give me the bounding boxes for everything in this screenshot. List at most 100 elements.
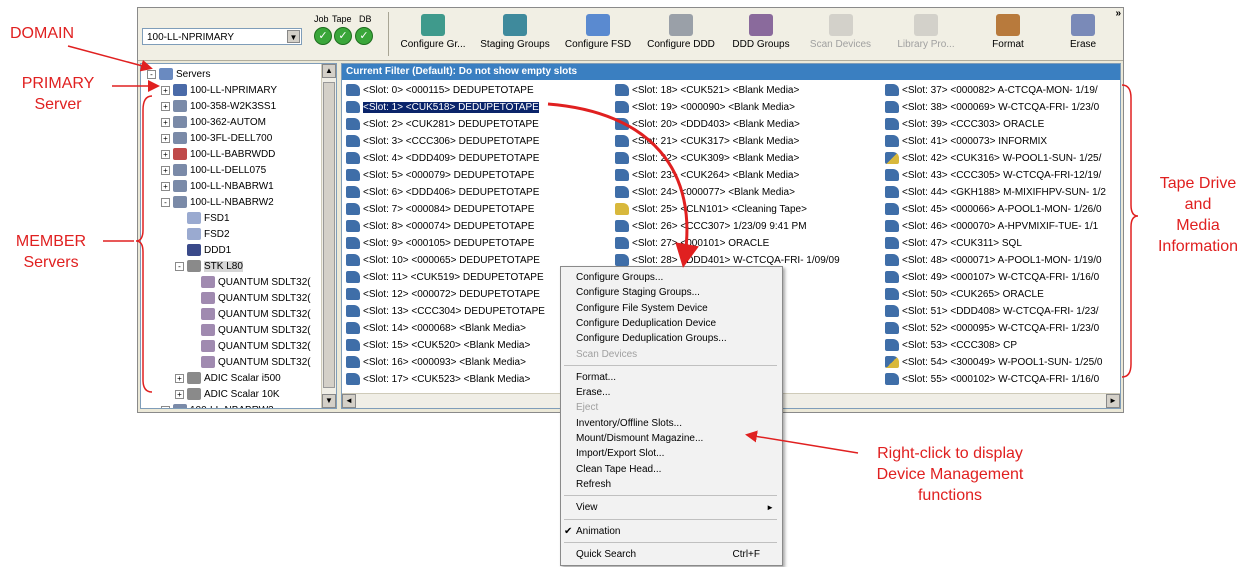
slot-item[interactable]: <Slot: 45> <000066> A-POOL1-MON- 1/26/0 bbox=[885, 201, 1120, 218]
tree-item[interactable]: - 100-LL-NBABRW2 bbox=[161, 195, 274, 211]
slot-item[interactable]: <Slot: 3> <CCC306> DEDUPETOTAPE bbox=[346, 133, 608, 150]
expand-icon[interactable]: + bbox=[161, 101, 170, 111]
scan-devices-button[interactable]: Scan Devices bbox=[803, 10, 878, 58]
slot-item[interactable]: <Slot: 46> <000070> A-HPVMIXIF-TUE- 1/1 bbox=[885, 218, 1120, 235]
menu-item-configure-file-system-device[interactable]: Configure File System Device bbox=[561, 301, 782, 316]
configure-ddd-button[interactable]: Configure DDD bbox=[641, 10, 721, 58]
slot-item[interactable]: <Slot: 50> <CUK265> ORACLE bbox=[885, 286, 1120, 303]
tree-item[interactable]: - Servers bbox=[147, 67, 210, 83]
tree-item[interactable]: QUANTUM SDLT32( bbox=[189, 275, 311, 291]
server-tree[interactable]: - Servers +100-LL-NPRIMARY +100-358-W2K3SS1… bbox=[140, 63, 337, 409]
tree-item[interactable]: +100-LL-NBABRW3 bbox=[161, 403, 274, 408]
expand-icon[interactable]: + bbox=[161, 133, 170, 143]
slot-item[interactable]: <Slot: 54> <300049> W-POOL1-SUN- 1/25/0 bbox=[885, 354, 1120, 371]
slot-item[interactable]: <Slot: 52> <000095> W-CTCQA-FRI- 1/23/0 bbox=[885, 320, 1120, 337]
slot-item[interactable]: <Slot: 48> <000071> A-POOL1-MON- 1/19/0 bbox=[885, 252, 1120, 269]
collapse-icon[interactable]: - bbox=[161, 197, 170, 207]
collapse-icon[interactable]: - bbox=[147, 69, 156, 79]
menu-item-inventory-offline-slots[interactable]: Inventory/Offline Slots... bbox=[561, 416, 782, 431]
expand-icon[interactable]: + bbox=[161, 405, 170, 408]
slot-item[interactable]: <Slot: 49> <000107> W-CTCQA-FRI- 1/16/0 bbox=[885, 269, 1120, 286]
slot-item[interactable]: <Slot: 26> <CCC307> 1/23/09 9:41 PM bbox=[615, 218, 877, 235]
slot-item[interactable]: <Slot: 27> <000101> ORACLE bbox=[615, 235, 877, 252]
menu-item-configure-deduplication-groups[interactable]: Configure Deduplication Groups... bbox=[561, 331, 782, 346]
configure-groups-button[interactable]: Configure Gr... bbox=[393, 10, 473, 58]
menu-item-view[interactable]: View ► bbox=[561, 500, 782, 515]
scroll-thumb[interactable] bbox=[323, 82, 335, 388]
menu-item-configure-groups[interactable]: Configure Groups... bbox=[561, 270, 782, 285]
format-button[interactable]: Format bbox=[978, 10, 1038, 58]
slot-item[interactable]: <Slot: 51> <DDD408> W-CTCQA-FRI- 1/23/ bbox=[885, 303, 1120, 320]
tree-item[interactable]: + ADIC Scalar 10K bbox=[175, 387, 280, 403]
tree-item[interactable]: DDD1 bbox=[175, 243, 231, 259]
menu-item-import-export-slot[interactable]: Import/Export Slot... bbox=[561, 446, 782, 461]
tree-item[interactable]: +100-LL-NPRIMARY bbox=[161, 83, 277, 99]
tree-item[interactable]: - STK L80 bbox=[175, 259, 243, 275]
slot-item[interactable]: <Slot: 9> <000105> DEDUPETOTAPE bbox=[346, 235, 608, 252]
slot-item[interactable]: <Slot: 22> <CUK309> <Blank Media> bbox=[615, 150, 877, 167]
menu-item-scan-devices[interactable]: Scan Devices bbox=[561, 347, 782, 362]
tree-item[interactable]: QUANTUM SDLT32( bbox=[189, 307, 311, 323]
slot-item[interactable]: <Slot: 25> <CLN101> <Cleaning Tape> bbox=[615, 201, 877, 218]
tree-item[interactable]: QUANTUM SDLT32( bbox=[189, 339, 311, 355]
menu-item-configure-deduplication-device[interactable]: Configure Deduplication Device bbox=[561, 316, 782, 331]
tree-item[interactable]: +100-3FL-DELL700 bbox=[161, 131, 272, 147]
slot-item[interactable]: <Slot: 38> <000069> W-CTCQA-FRI- 1/23/0 bbox=[885, 99, 1120, 116]
expand-icon[interactable]: + bbox=[161, 165, 170, 175]
server-select[interactable]: 100-LL-NPRIMARY ▼ bbox=[142, 28, 302, 45]
menu-item-format[interactable]: Format... bbox=[561, 370, 782, 385]
library-properties-button[interactable]: Library Pro... bbox=[886, 10, 966, 58]
collapse-icon[interactable]: - bbox=[175, 261, 184, 271]
tree-vertical-scrollbar[interactable]: ▲ ▼ bbox=[321, 64, 336, 408]
slot-item[interactable]: <Slot: 20> <DDD403> <Blank Media> bbox=[615, 116, 877, 133]
slot-item[interactable]: <Slot: 43> <CCC305> W-CTCQA-FRI-12/19/ bbox=[885, 167, 1120, 184]
slot-item[interactable]: <Slot: 2> <CUK281> DEDUPETOTAPE bbox=[346, 116, 608, 133]
slot-item[interactable]: <Slot: 53> <CCC308> CP bbox=[885, 337, 1120, 354]
slot-item[interactable]: <Slot: 44> <GKH188> M-MIXIFHPV-SUN- 1/2 bbox=[885, 184, 1120, 201]
menu-item-mount-dismount-magazine[interactable]: Mount/Dismount Magazine... bbox=[561, 431, 782, 446]
scroll-left-icon[interactable]: ◄ bbox=[342, 394, 356, 408]
slot-item[interactable]: <Slot: 5> <000079> DEDUPETOTAPE bbox=[346, 167, 608, 184]
tree-item[interactable]: FSD1 bbox=[175, 211, 230, 227]
tree-item[interactable]: QUANTUM SDLT32( bbox=[189, 323, 311, 339]
slot-item[interactable]: <Slot: 41> <000073> INFORMIX bbox=[885, 133, 1120, 150]
tree-item[interactable]: +100-LL-DELL075 bbox=[161, 163, 266, 179]
scroll-down-icon[interactable]: ▼ bbox=[322, 394, 336, 408]
slot-item[interactable]: <Slot: 55> <000102> W-CTCQA-FRI- 1/16/0 bbox=[885, 371, 1120, 388]
slot-item[interactable]: <Slot: 21> <CUK317> <Blank Media> bbox=[615, 133, 877, 150]
slot-item[interactable]: <Slot: 47> <CUK311> SQL bbox=[885, 235, 1120, 252]
expand-icon[interactable]: + bbox=[161, 85, 170, 95]
scroll-up-icon[interactable]: ▲ bbox=[322, 64, 336, 78]
tree-item[interactable]: +100-358-W2K3SS1 bbox=[161, 99, 276, 115]
scroll-right-icon[interactable]: ► bbox=[1106, 394, 1120, 408]
menu-item-eject[interactable]: Eject bbox=[561, 400, 782, 415]
slot-item[interactable]: <Slot: 8> <000074> DEDUPETOTAPE bbox=[346, 218, 608, 235]
menu-item-refresh[interactable]: Refresh bbox=[561, 477, 782, 492]
slot-item[interactable]: <Slot: 6> <DDD406> DEDUPETOTAPE bbox=[346, 184, 608, 201]
tree-item[interactable]: QUANTUM SDLT32( bbox=[189, 291, 311, 307]
erase-button[interactable]: Erase bbox=[1053, 10, 1113, 58]
menu-item-clean-tape-head[interactable]: Clean Tape Head... bbox=[561, 462, 782, 477]
slot-item[interactable]: <Slot: 0> <000115> DEDUPETOTAPE bbox=[346, 82, 608, 99]
menu-item-configure-staging-groups[interactable]: Configure Staging Groups... bbox=[561, 285, 782, 300]
slot-item[interactable]: <Slot: 24> <000077> <Blank Media> bbox=[615, 184, 877, 201]
tree-item[interactable]: FSD2 bbox=[175, 227, 230, 243]
configure-fsd-button[interactable]: Configure FSD bbox=[558, 10, 638, 58]
menu-item-erase[interactable]: Erase... bbox=[561, 385, 782, 400]
tree-item[interactable]: +100-362-AUTOM bbox=[161, 115, 266, 131]
staging-groups-button[interactable]: Staging Groups bbox=[475, 10, 555, 58]
slot-item[interactable]: <Slot: 19> <000090> <Blank Media> bbox=[615, 99, 877, 116]
slot-item[interactable]: <Slot: 37> <000082> A-CTCQA-MON- 1/19/ bbox=[885, 82, 1120, 99]
tree-item[interactable]: QUANTUM SDLT32( bbox=[189, 355, 311, 371]
tree-item[interactable]: + ADIC Scalar i500 bbox=[175, 371, 281, 387]
slot-item[interactable]: <Slot: 23> <CUK264> <Blank Media> bbox=[615, 167, 877, 184]
menu-item-quick-search[interactable]: Quick Search Ctrl+F bbox=[561, 547, 782, 562]
tree-item[interactable]: +100-LL-BABRWDD bbox=[161, 147, 275, 163]
slot-item[interactable]: <Slot: 4> <DDD409> DEDUPETOTAPE bbox=[346, 150, 608, 167]
expand-icon[interactable]: + bbox=[161, 149, 170, 159]
expand-icon[interactable]: + bbox=[161, 117, 170, 127]
slot-item[interactable]: <Slot: 1> <CUK518> DEDUPETOTAPE bbox=[346, 99, 608, 116]
expand-icon[interactable]: + bbox=[175, 373, 184, 383]
slot-item[interactable]: <Slot: 7> <000084> DEDUPETOTAPE bbox=[346, 201, 608, 218]
chevron-down-icon[interactable]: ▼ bbox=[287, 30, 300, 43]
